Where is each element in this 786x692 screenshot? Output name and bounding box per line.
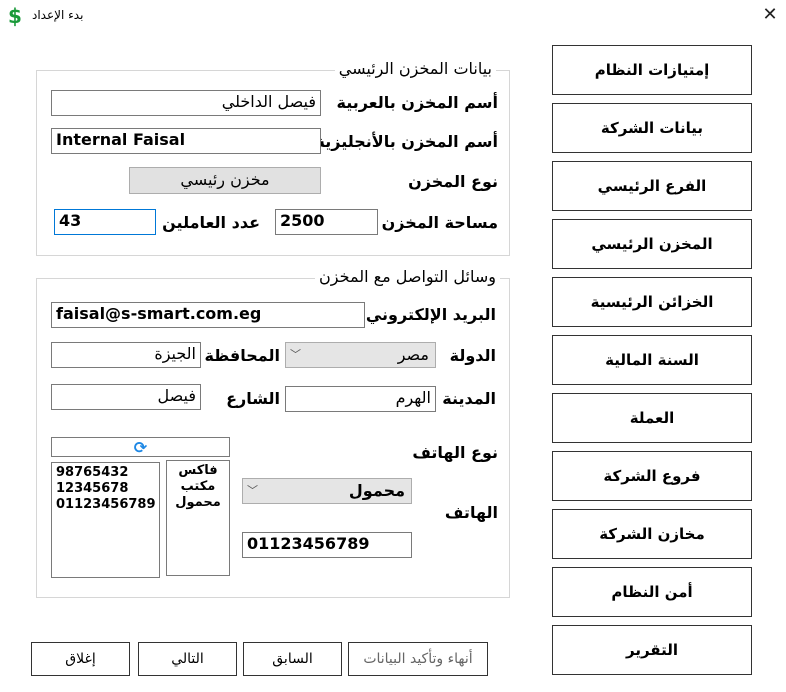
warehouse-group-legend: بيانات المخزن الرئيسي xyxy=(334,59,496,78)
next-button[interactable]: التالي xyxy=(138,642,237,676)
sidebar-item-main-warehouse[interactable]: المخزن الرئيسي xyxy=(552,219,752,269)
email-input[interactable]: faisal@s-smart.com.eg xyxy=(51,302,365,328)
finish-button[interactable]: أنهاء وتأكيد البيانات xyxy=(348,642,488,676)
warehouse-type-label: نوع المخزن xyxy=(408,172,498,191)
email-label: البريد الإلكتروني xyxy=(365,305,496,324)
warehouse-type-button[interactable]: مخزن رئيسي xyxy=(129,167,321,194)
sidebar-item-main-branch[interactable]: الفرع الرئيسي xyxy=(552,161,752,211)
governorate-input[interactable]: الجيزة xyxy=(51,342,201,368)
list-item[interactable]: 01123456789 xyxy=(56,497,156,513)
sidebar-item-system-security[interactable]: أمن النظام xyxy=(552,567,752,617)
english-name-input[interactable]: Internal Faisal xyxy=(51,128,321,154)
sidebar-item-company-branches[interactable]: فروع الشركة xyxy=(552,451,752,501)
list-item[interactable]: 98765432 xyxy=(56,465,155,481)
workers-count-label: عدد العاملين xyxy=(162,213,260,232)
governorate-label: المحافظة xyxy=(204,346,280,365)
english-name-label: أسم المخزن بالأنجليزية xyxy=(315,132,498,151)
sidebar-item-main-safes[interactable]: الخزائن الرئيسية xyxy=(552,277,752,327)
refresh-icon: ⟳ xyxy=(133,438,148,457)
sidebar-item-system-privileges[interactable]: إمتيازات النظام xyxy=(552,45,752,95)
list-item[interactable]: محمول xyxy=(171,495,225,511)
title-bar: $ بدء الإعداد ✕ xyxy=(0,0,786,32)
list-item[interactable]: 12345678 xyxy=(56,481,155,497)
phone-type-value: محمول xyxy=(348,481,405,500)
phone-label: الهاتف xyxy=(444,503,498,522)
close-button[interactable]: إغلاق xyxy=(31,642,130,676)
city-input[interactable]: الهرم xyxy=(285,386,436,412)
sidebar-item-report[interactable]: التقرير xyxy=(552,625,752,675)
arabic-name-label: أسم المخزن بالعربية xyxy=(336,93,498,112)
city-label: المدينة xyxy=(442,389,496,408)
sidebar-item-company-data[interactable]: بيانات الشركة xyxy=(552,103,752,153)
window-title: بدء الإعداد xyxy=(32,8,84,22)
warehouse-area-input[interactable]: 2500 xyxy=(275,209,378,235)
workers-count-input[interactable]: 43 xyxy=(54,209,156,235)
street-input[interactable]: فيصل xyxy=(51,384,201,410)
dollar-icon: $ xyxy=(8,4,22,28)
close-icon[interactable]: ✕ xyxy=(756,2,784,28)
warehouse-area-label: مساحة المخزن xyxy=(381,213,498,232)
list-item[interactable]: مكتب xyxy=(171,479,225,495)
previous-button[interactable]: السابق xyxy=(243,642,342,676)
phone-types-list[interactable]: فاكس مكتب محمول xyxy=(166,460,230,576)
chevron-down-icon: ﹀ xyxy=(290,348,301,361)
phone-numbers-list[interactable]: 98765432 12345678 01123456789 xyxy=(51,462,160,578)
country-label: الدولة xyxy=(449,346,496,365)
arabic-name-input[interactable]: فيصل الداخلي xyxy=(51,90,321,116)
sidebar-item-company-warehouses[interactable]: مخازن الشركة xyxy=(552,509,752,559)
contact-group-legend: وسائل التواصل مع المخزن xyxy=(315,267,500,286)
phone-type-select[interactable]: ﹀ محمول xyxy=(242,478,412,504)
chevron-down-icon: ﹀ xyxy=(247,484,258,497)
sidebar-item-currency[interactable]: العملة xyxy=(552,393,752,443)
country-value: مصر xyxy=(397,345,429,364)
phone-input[interactable]: 01123456789 xyxy=(242,532,412,558)
list-item[interactable]: فاكس xyxy=(171,463,225,479)
phone-type-label: نوع الهاتف xyxy=(412,443,498,462)
sidebar-item-fiscal-year[interactable]: السنة المالية xyxy=(552,335,752,385)
refresh-button[interactable]: ⟳ xyxy=(51,437,230,457)
country-select[interactable]: ﹀ مصر xyxy=(285,342,436,368)
street-label: الشارع xyxy=(226,389,280,408)
